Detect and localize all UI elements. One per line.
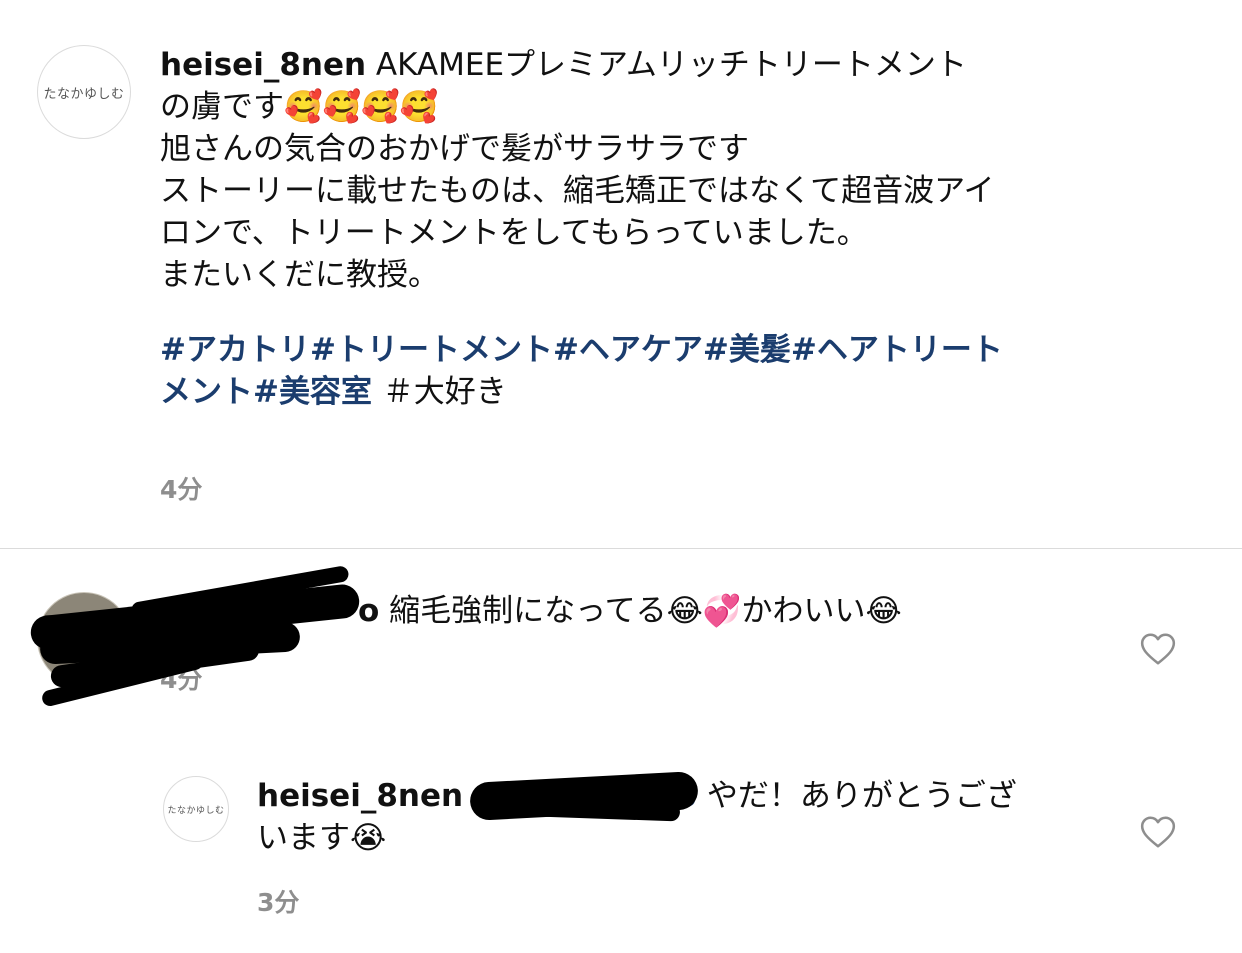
hashtag-links[interactable]: メント#美容室 xyxy=(160,374,372,410)
hashtag-block: #アカトリ#トリートメント#ヘアケア#美髪#ヘアトリート メント#美容室 ＃大好… xyxy=(160,329,1060,413)
caption-text-line: AKAMEEプレミアムリッチトリートメント xyxy=(375,47,967,83)
like-heart-icon[interactable] xyxy=(1139,813,1177,851)
caption-timestamp: 4分 xyxy=(160,475,203,504)
caption-avatar[interactable]: たなかゆしむ xyxy=(37,45,131,139)
reply-text: やだ！ありがとうござ xyxy=(706,778,1017,814)
comment-username[interactable]: o xyxy=(358,593,379,629)
avatar-text: たなかゆしむ xyxy=(167,805,225,816)
reply-timestamp: 3分 xyxy=(257,888,300,917)
hashtag-plain-text: ＃大好き xyxy=(382,374,507,410)
reply-avatar[interactable]: たなかゆしむ xyxy=(163,776,229,842)
caption-text-line: の虜です🥰🥰🥰🥰 xyxy=(160,89,439,125)
avatar-text: たなかゆしむ xyxy=(43,86,125,102)
comment-text: o 縮毛強制になってる😂💞かわいい😂 xyxy=(358,590,902,632)
caption-username[interactable]: heisei_8nen xyxy=(160,47,366,83)
caption-text-line: またいくだに教授。 xyxy=(160,257,439,293)
caption-first-line: heisei_8nen AKAMEEプレミアムリッチトリートメント xyxy=(160,44,1060,86)
reply-text: います😭 xyxy=(257,820,387,856)
hashtag-links[interactable]: #アカトリ#トリートメント#ヘアケア#美髪#ヘアトリート xyxy=(160,329,1060,371)
hashtag-links-line2: メント#美容室 ＃大好き xyxy=(160,371,1060,413)
comment-body: 縮毛強制になってる😂💞かわいい😂 xyxy=(389,593,902,629)
caption-text-line: ロンで、トリートメントをしてもらっていました。 xyxy=(160,215,868,251)
reply-username[interactable]: heisei_8nen xyxy=(257,778,463,814)
divider xyxy=(0,548,1242,549)
caption-text-line: 旭さんの気合のおかげで髪がサラサラです xyxy=(160,131,749,167)
caption-body: heisei_8nen AKAMEEプレミアムリッチトリートメント の虜です🥰🥰… xyxy=(160,44,1060,413)
caption-text-line: ストーリーに載せたものは、縮毛矯正ではなくて超音波アイ xyxy=(160,173,995,209)
like-heart-icon[interactable] xyxy=(1139,630,1177,668)
